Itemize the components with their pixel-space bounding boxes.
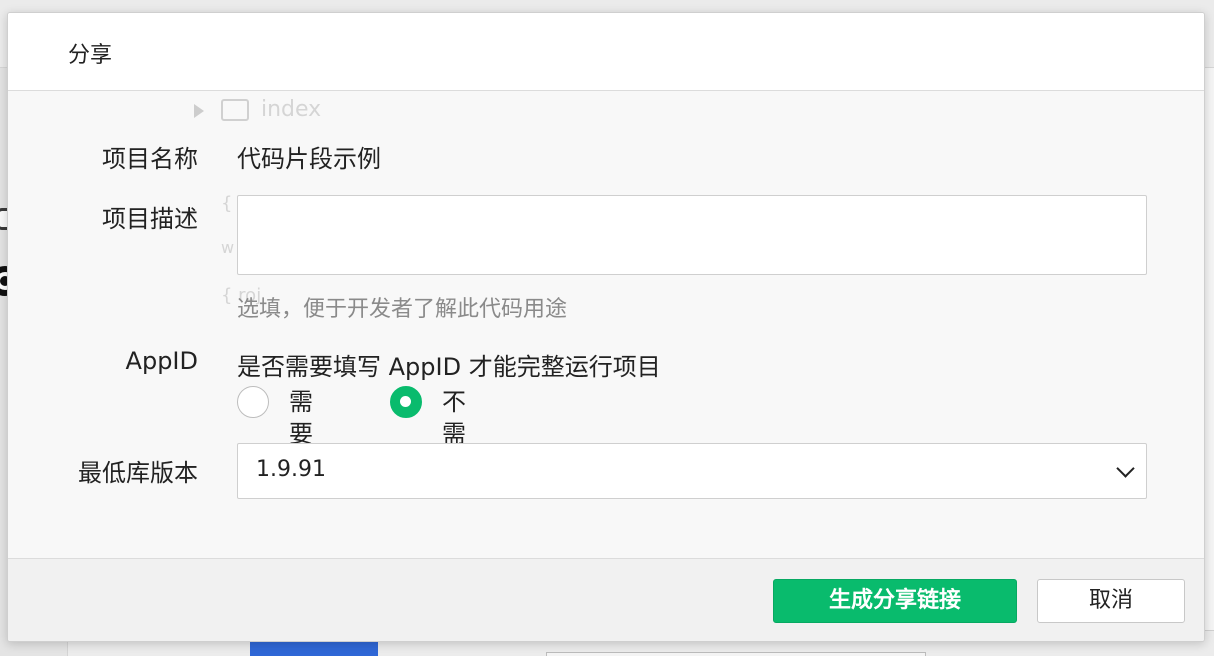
generate-share-link-button[interactable]: 生成分享链接 xyxy=(773,579,1017,623)
project-description-label: 项目描述 xyxy=(102,205,198,233)
appid-required-label[interactable]: 需要 xyxy=(289,386,313,450)
share-dialog: 分享 index { w { roj 项目名称 代码片段示例 项目描述 选填，便… xyxy=(7,12,1205,642)
dialog-header: 分享 xyxy=(8,13,1204,91)
background-folder-name: index xyxy=(261,97,322,122)
appid-required-radio[interactable] xyxy=(237,386,269,418)
active-tab-indicator xyxy=(250,642,378,656)
dialog-title: 分享 xyxy=(68,43,113,68)
project-name-label: 项目名称 xyxy=(102,145,198,173)
appid-label: AppID xyxy=(125,347,198,375)
min-library-version-value: 1.9.91 xyxy=(256,457,326,482)
dialog-footer: 生成分享链接 取消 xyxy=(8,558,1204,641)
chevron-down-icon xyxy=(1116,459,1135,478)
project-description-hint: 选填，便于开发者了解此代码用途 xyxy=(237,297,568,322)
cancel-button[interactable]: 取消 xyxy=(1037,579,1185,623)
background-code-line: w xyxy=(221,238,235,257)
appid-question: 是否需要填写 AppID 才能完整运行项目 xyxy=(237,353,661,381)
min-library-version-select[interactable]: 1.9.91 xyxy=(237,443,1147,499)
ide-status-field xyxy=(546,652,926,656)
min-library-version-label: 最低库版本 xyxy=(78,459,198,487)
background-code-line: { xyxy=(221,193,233,214)
project-description-input[interactable] xyxy=(237,195,1147,275)
tree-expand-arrow-icon xyxy=(194,104,204,118)
folder-icon xyxy=(221,99,249,121)
appid-not-required-radio[interactable] xyxy=(390,386,422,418)
project-name-value: 代码片段示例 xyxy=(237,145,381,173)
